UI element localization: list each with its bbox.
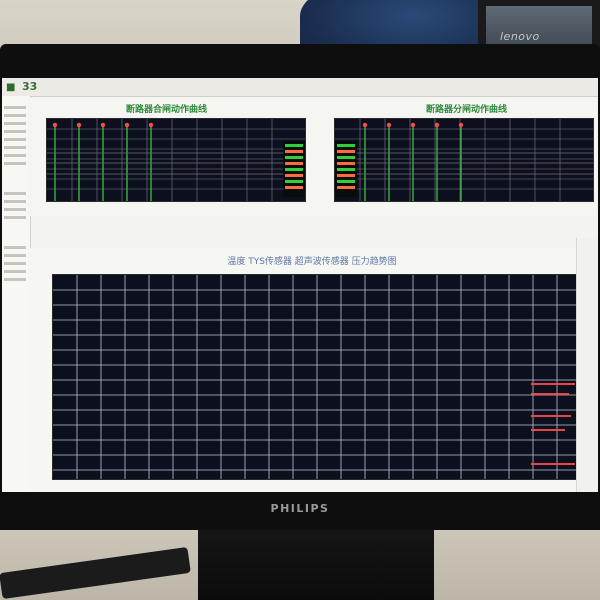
sidebar[interactable] <box>2 96 31 492</box>
monitor: PHILIPS ■ 33 断路器合闸动作曲线 断路器分闸动作曲线 温度 TYS传… <box>0 44 600 530</box>
main-chart <box>52 274 580 480</box>
trend-line <box>531 383 575 385</box>
upper-chart-panel: 断路器合闸动作曲线 断路器分闸动作曲线 <box>28 98 596 216</box>
marker-dot <box>100 122 106 128</box>
sidebar-item[interactable] <box>4 278 26 281</box>
close-curve-chart <box>46 118 306 202</box>
sidebar-item[interactable] <box>4 162 26 165</box>
sidebar-item[interactable] <box>4 200 26 203</box>
app-title: 33 <box>22 80 38 93</box>
close-curve-value-block <box>283 141 305 197</box>
open-curve-chart <box>334 118 594 202</box>
sidebar-item[interactable] <box>4 138 26 141</box>
sidebar-item[interactable] <box>4 114 26 117</box>
main-chart-panel: 温度 TYS传感器 超声波传感器 压力趋势图 <box>28 248 596 492</box>
monitor-stand <box>198 520 434 600</box>
marker-dot <box>124 122 130 128</box>
title-bar: ■ 33 <box>2 78 598 97</box>
right-scroll-strip[interactable] <box>576 238 598 492</box>
close-curve-traces <box>47 152 305 175</box>
sidebar-item[interactable] <box>4 246 26 249</box>
trend-line <box>531 463 575 465</box>
main-chart-title: 温度 TYS传感器 超声波传感器 压力趋势图 <box>227 257 397 267</box>
sidebar-item[interactable] <box>4 216 26 219</box>
sidebar-item[interactable] <box>4 146 26 149</box>
trend-line <box>531 393 569 395</box>
screen: ■ 33 断路器合闸动作曲线 断路器分闸动作曲线 温度 TYS传感器 超声波传感… <box>2 78 598 492</box>
sidebar-item[interactable] <box>4 270 26 273</box>
sidebar-item[interactable] <box>4 130 26 133</box>
main-plot <box>53 275 579 479</box>
marker-dot <box>76 122 82 128</box>
marker-dot <box>52 122 58 128</box>
open-curve-title: 断路器分闸动作曲线 <box>426 105 508 115</box>
marker-dot <box>386 122 392 128</box>
trend-line <box>531 429 565 431</box>
close-curve-grid <box>47 119 305 201</box>
close-curve-title: 断路器合闸动作曲线 <box>126 105 208 115</box>
open-curve-value-block <box>335 141 357 197</box>
marker-dot <box>410 122 416 128</box>
sidebar-item[interactable] <box>4 254 26 257</box>
sidebar-item[interactable] <box>4 106 26 109</box>
marker-dot <box>434 122 440 128</box>
marker-dot <box>362 122 368 128</box>
app-icon: ■ <box>6 82 16 93</box>
trend-line <box>531 415 571 417</box>
sidebar-item[interactable] <box>4 154 26 157</box>
sidebar-item[interactable] <box>4 262 26 265</box>
marker-dot <box>148 122 154 128</box>
sidebar-item[interactable] <box>4 122 26 125</box>
open-curve-grid <box>335 119 593 201</box>
sidebar-item[interactable] <box>4 192 26 195</box>
close-curve-plot <box>47 119 305 201</box>
open-curve-plot <box>335 119 593 201</box>
lenovo-logo: lenovo <box>500 30 540 43</box>
main-grid <box>53 275 579 479</box>
open-curve-traces <box>335 152 593 175</box>
marker-dot <box>458 122 464 128</box>
monitor-brand-logo: PHILIPS <box>270 502 330 515</box>
sidebar-item[interactable] <box>4 208 26 211</box>
